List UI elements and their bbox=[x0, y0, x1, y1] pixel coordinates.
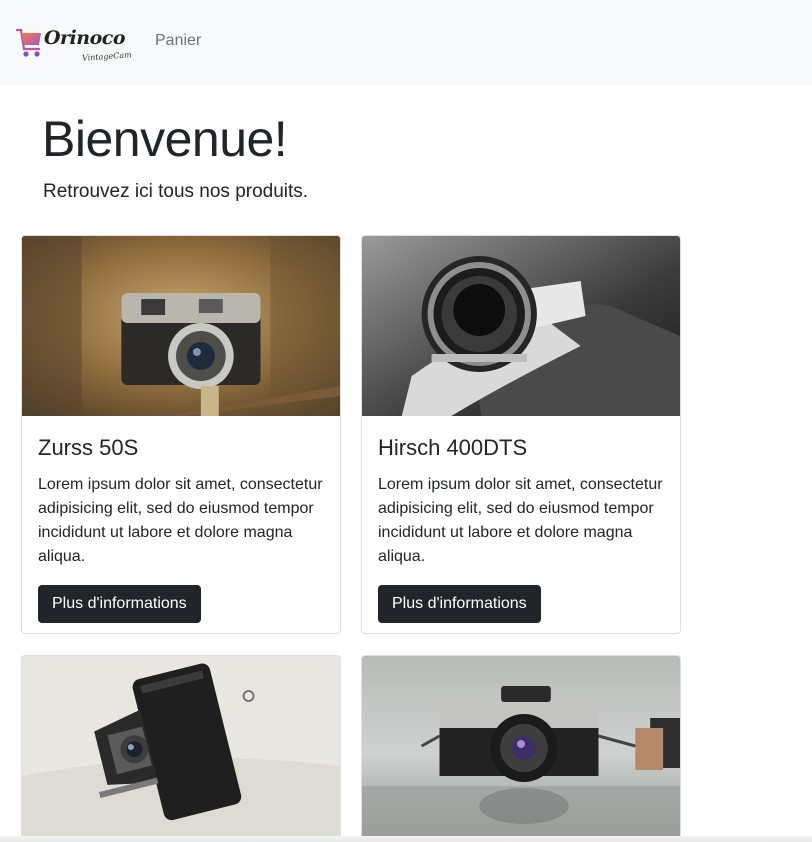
product-image bbox=[362, 236, 680, 416]
page-title: Bienvenue! bbox=[42, 111, 288, 167]
scroll-shadow bbox=[0, 836, 812, 842]
product-description: Lorem ipsum dolor sit amet, consectetur … bbox=[378, 476, 663, 565]
brand-name: Orinoco bbox=[44, 27, 126, 49]
product-image bbox=[22, 656, 340, 836]
more-info-button[interactable]: Plus d'informations bbox=[378, 585, 541, 623]
navbar: Orinoco VintageCam Panier bbox=[0, 0, 812, 85]
product-card: Hirsch 400DTS Lorem ipsum dolor sit amet… bbox=[361, 235, 681, 634]
product-card bbox=[361, 655, 681, 842]
product-title: Zurss 50S bbox=[38, 435, 139, 460]
page-lead: Retrouvez ici tous nos produits. bbox=[43, 181, 309, 202]
more-info-button[interactable]: Plus d'informations bbox=[38, 585, 201, 623]
product-description: Lorem ipsum dolor sit amet, consectetur … bbox=[38, 476, 323, 565]
product-card: Zurss 50S Lorem ipsum dolor sit amet, co… bbox=[21, 235, 341, 634]
shopping-cart-icon bbox=[16, 28, 41, 57]
product-image bbox=[362, 656, 680, 836]
brand-logo[interactable]: Orinoco VintageCam bbox=[16, 25, 132, 73]
product-card bbox=[21, 655, 341, 842]
nav-link-panier[interactable]: Panier bbox=[155, 32, 201, 50]
product-image bbox=[22, 236, 340, 416]
product-title: Hirsch 400DTS bbox=[378, 435, 528, 460]
brand-tagline: VintageCam bbox=[81, 50, 132, 63]
